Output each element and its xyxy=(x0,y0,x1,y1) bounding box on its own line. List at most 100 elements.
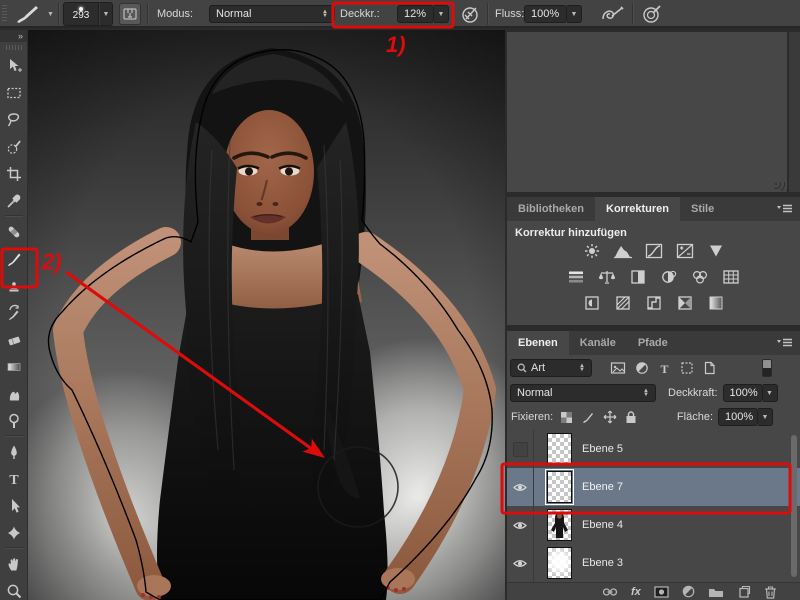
history-brush-tool[interactable] xyxy=(0,299,28,326)
filter-shape-layers-icon[interactable] xyxy=(680,361,694,375)
delete-layer-icon[interactable] xyxy=(764,585,777,599)
layer-row-ebene3[interactable]: Ebene 3 xyxy=(507,544,800,583)
opacity-caret[interactable]: ▼ xyxy=(434,5,449,23)
smudge-tool[interactable] xyxy=(0,380,28,407)
tab-stile[interactable]: Stile xyxy=(680,197,725,221)
brush-size-widget[interactable]: 293 ▼ xyxy=(63,0,113,28)
mode-dropdown[interactable]: Normal ▲ ▼ xyxy=(209,0,335,28)
filter-smart-objects-icon[interactable] xyxy=(703,361,716,375)
layers-panel-menu-icon[interactable] xyxy=(777,331,800,355)
panel-drag-handle[interactable] xyxy=(774,182,790,191)
layer-name[interactable]: Ebene 4 xyxy=(582,519,623,531)
layer-row-ebene7[interactable]: Ebene 7 xyxy=(507,468,800,507)
panel-menu-icon[interactable] xyxy=(777,197,800,221)
filter-adjustment-layers-icon[interactable] xyxy=(635,361,649,375)
lock-all-icon[interactable] xyxy=(625,410,637,424)
hand-tool[interactable] xyxy=(0,550,28,577)
lock-paint-icon[interactable] xyxy=(581,410,595,424)
layer-opacity-field[interactable]: 100% xyxy=(722,384,763,402)
opacity-field[interactable]: 12% ▼ xyxy=(397,0,449,28)
zoom-tool[interactable] xyxy=(0,577,28,600)
brush-tool-preset-icon[interactable] xyxy=(13,0,43,28)
lasso-tool[interactable] xyxy=(0,106,28,133)
dodge-tool[interactable] xyxy=(0,407,28,434)
blend-mode-dropdown[interactable]: Normal ▲ ▼ xyxy=(510,384,656,402)
layer-thumbnail[interactable] xyxy=(547,509,572,541)
add-layer-mask-icon[interactable] xyxy=(654,585,669,598)
tools-grip[interactable] xyxy=(0,42,27,52)
pen-tool[interactable] xyxy=(0,438,28,465)
gradient-map-icon[interactable] xyxy=(674,295,696,311)
layer-thumbnail[interactable] xyxy=(545,469,574,505)
filter-pixel-layers-icon[interactable] xyxy=(610,361,626,375)
tab-ebenen[interactable]: Ebenen xyxy=(507,331,569,355)
lock-transparency-icon[interactable] xyxy=(560,411,573,424)
size-pressure-icon[interactable] xyxy=(641,0,663,28)
layer-style-icon[interactable]: fx xyxy=(631,586,641,598)
options-grip[interactable] xyxy=(2,0,7,28)
flow-field[interactable]: 100% ▼ xyxy=(524,0,582,28)
opacity-pressure-icon[interactable] xyxy=(459,0,481,28)
visibility-toggle[interactable] xyxy=(507,430,534,468)
tools-collapse-button[interactable]: » xyxy=(0,30,27,42)
fill-caret[interactable]: ▼ xyxy=(758,408,773,426)
visibility-toggle[interactable] xyxy=(507,544,534,582)
curves-icon[interactable] xyxy=(643,243,665,259)
document-canvas[interactable] xyxy=(0,30,561,600)
brush-size-caret[interactable]: ▼ xyxy=(99,2,113,26)
layer-row-ebene4[interactable]: Ebene 4 xyxy=(507,506,800,545)
photo-filter-icon[interactable] xyxy=(658,269,680,285)
toggle-brush-panel-button[interactable] xyxy=(119,0,141,28)
add-adjustment-layer-icon[interactable] xyxy=(682,585,695,598)
brightness-contrast-icon[interactable] xyxy=(581,243,603,259)
fill-field[interactable]: 100% xyxy=(718,408,758,426)
path-selection-tool[interactable] xyxy=(0,492,28,519)
gradient-tool[interactable] xyxy=(0,353,28,380)
visibility-toggle[interactable] xyxy=(507,468,534,506)
quick-selection-tool[interactable] xyxy=(0,133,28,160)
custom-shape-tool[interactable] xyxy=(0,519,28,546)
tab-bibliotheken[interactable]: Bibliotheken xyxy=(507,197,595,221)
layer-name[interactable]: Ebene 7 xyxy=(582,481,623,493)
spot-healing-brush-tool[interactable] xyxy=(0,218,28,245)
layer-row-ebene5[interactable]: Ebene 5 xyxy=(507,430,800,469)
clone-stamp-tool[interactable] xyxy=(0,272,28,299)
layer-opacity-caret[interactable]: ▼ xyxy=(762,384,778,402)
exposure-icon[interactable] xyxy=(674,243,696,259)
crop-tool[interactable] xyxy=(0,160,28,187)
visibility-toggle[interactable] xyxy=(507,506,534,544)
posterize-icon[interactable] xyxy=(612,295,634,311)
brush-tool[interactable] xyxy=(0,245,28,272)
layer-thumbnail[interactable] xyxy=(547,433,572,465)
threshold-icon[interactable] xyxy=(643,295,665,311)
lock-position-icon[interactable] xyxy=(603,410,617,424)
new-group-icon[interactable] xyxy=(708,586,724,598)
flow-caret[interactable]: ▼ xyxy=(567,5,582,23)
tab-kanaele[interactable]: Kanäle xyxy=(569,331,627,355)
invert-icon[interactable] xyxy=(581,295,603,311)
eyedropper-tool[interactable] xyxy=(0,187,28,214)
layers-scrollbar[interactable] xyxy=(791,435,797,577)
type-tool[interactable]: T xyxy=(0,465,28,492)
airbrush-icon[interactable] xyxy=(600,0,626,28)
vibrance-icon[interactable] xyxy=(705,243,727,259)
layer-thumbnail[interactable] xyxy=(547,547,572,579)
levels-icon[interactable] xyxy=(612,243,634,259)
tool-preset-caret[interactable]: ▼ xyxy=(47,0,54,28)
new-layer-icon[interactable] xyxy=(737,585,751,598)
layer-filter-dropdown[interactable]: Art ▲ ▼ xyxy=(510,359,592,377)
color-lookup-icon[interactable] xyxy=(720,269,742,285)
tab-korrekturen[interactable]: Korrekturen xyxy=(595,197,680,221)
color-balance-icon[interactable] xyxy=(596,269,618,285)
selective-color-icon[interactable] xyxy=(705,295,727,311)
rectangular-marquee-tool[interactable] xyxy=(0,79,28,106)
layer-filter-toggle[interactable] xyxy=(762,359,772,377)
link-layers-icon[interactable] xyxy=(602,587,618,597)
layer-name[interactable]: Ebene 3 xyxy=(582,557,623,569)
eraser-tool[interactable] xyxy=(0,326,28,353)
move-tool[interactable] xyxy=(0,52,28,79)
layer-name[interactable]: Ebene 5 xyxy=(582,443,623,455)
hue-saturation-icon[interactable] xyxy=(565,269,587,285)
filter-type-layers-icon[interactable]: T xyxy=(658,362,671,375)
channel-mixer-icon[interactable] xyxy=(689,269,711,285)
